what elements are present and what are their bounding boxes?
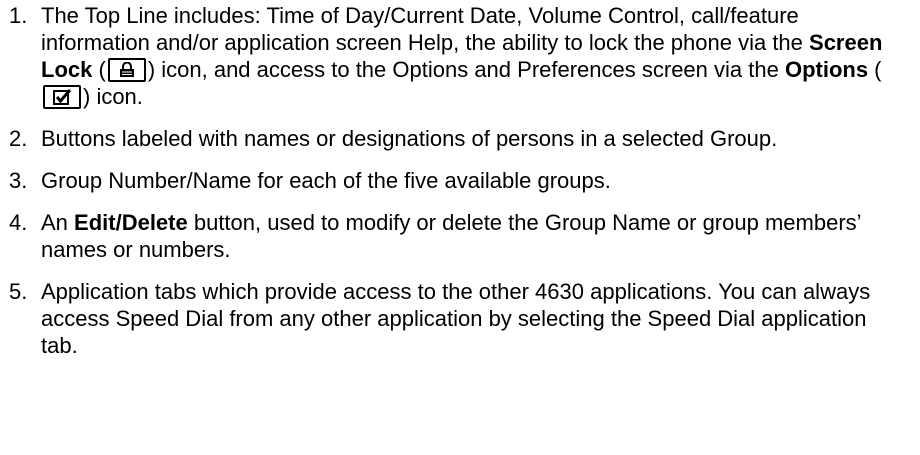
list-item: 3. Group Number/Name for each of the fiv… [9, 167, 909, 194]
list-number: 4. [9, 210, 28, 235]
options-term: Options [784, 57, 869, 82]
list-item: 4. An Edit/Delete button, used to modify… [9, 209, 909, 263]
list-number: 1. [9, 3, 28, 28]
list-item: 1. The Top Line includes: Time of Day/Cu… [9, 2, 909, 110]
item-text-part: ) icon. [83, 84, 143, 109]
item-text-part: ( [868, 57, 882, 82]
list-number: 3. [9, 168, 28, 193]
item-text-part: An [41, 210, 75, 235]
checkbox-icon [43, 85, 81, 109]
item-text-part: ) icon, and access to the Options and Pr… [147, 57, 785, 82]
list-number: 5. [9, 279, 28, 304]
document-page: 1. The Top Line includes: Time of Day/Cu… [0, 0, 920, 455]
list-item-text: Application tabs which provide access to… [41, 279, 871, 358]
item-text-part: The Top Line includes: Time of Day/Curre… [41, 3, 810, 55]
list-item: 2. Buttons labeled with names or designa… [9, 125, 909, 152]
list-item-text: Group Number/Name for each of the five a… [41, 168, 611, 193]
lock-icon [107, 58, 146, 82]
list-item-text: The Top Line includes: Time of Day/Curre… [41, 2, 909, 110]
list-item: 5. Application tabs which provide access… [9, 278, 909, 359]
list-number: 2. [9, 126, 28, 151]
list-item-text: An Edit/Delete button, used to modify or… [41, 209, 909, 263]
list-item-text: Buttons labeled with names or designatio… [41, 126, 778, 151]
edit-delete-term: Edit/Delete [74, 210, 188, 235]
item-text-part: ( [92, 57, 106, 82]
